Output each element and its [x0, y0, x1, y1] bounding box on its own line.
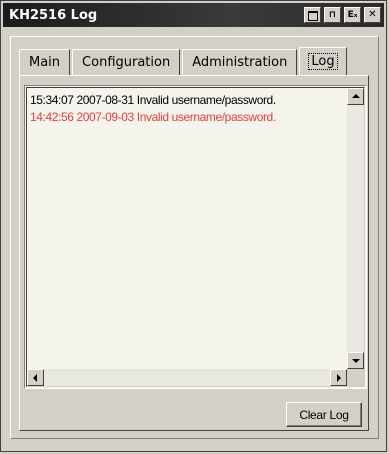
- tab-main-label: Main: [29, 55, 61, 70]
- scroll-up-button[interactable]: [347, 88, 364, 105]
- exit-icon[interactable]: Eₓ: [344, 7, 361, 23]
- main-panel: Main Configuration Administration Log 15…: [10, 36, 379, 439]
- log-entry[interactable]: 15:34:07 2007-08-31 Invalid username/pas…: [30, 92, 342, 109]
- clear-log-button[interactable]: Clear Log: [286, 402, 362, 427]
- log-lines: 15:34:07 2007-08-31 Invalid username/pas…: [30, 92, 342, 366]
- tab-configuration-label: Configuration: [82, 55, 171, 70]
- arrow-up-icon: [352, 94, 360, 98]
- close-icon[interactable]: ✕: [364, 7, 381, 23]
- log-list-inner: 15:34:07 2007-08-31 Invalid username/pas…: [26, 87, 365, 387]
- restore-icon[interactable]: [304, 7, 321, 23]
- tab-main[interactable]: Main: [19, 49, 71, 75]
- tab-log-label: Log: [308, 53, 338, 70]
- scroll-right-button[interactable]: [330, 369, 347, 386]
- pin-icon[interactable]: ⊓: [324, 7, 341, 23]
- window-title: KH2516 Log: [9, 7, 98, 23]
- horizontal-scrollbar[interactable]: [27, 369, 347, 386]
- tab-configuration[interactable]: Configuration: [72, 49, 181, 75]
- tab-administration-label: Administration: [192, 55, 288, 70]
- tab-administration[interactable]: Administration: [182, 49, 298, 75]
- scroll-left-button[interactable]: [27, 369, 44, 386]
- log-window: KH2516 Log ⊓ Eₓ ✕ Main Configuration Adm…: [0, 0, 387, 452]
- scroll-down-button[interactable]: [347, 352, 364, 369]
- scrollbar-corner: [347, 369, 364, 386]
- arrow-right-icon: [337, 374, 341, 382]
- tab-strip: Main Configuration Administration Log: [19, 47, 349, 76]
- arrow-left-icon: [33, 374, 37, 382]
- arrow-down-icon: [352, 359, 360, 363]
- title-bar[interactable]: KH2516 Log ⊓ Eₓ ✕: [3, 3, 384, 27]
- log-list[interactable]: 15:34:07 2007-08-31 Invalid username/pas…: [24, 85, 367, 389]
- log-entry[interactable]: 14:42:56 2007-09-03 Invalid username/pas…: [30, 109, 342, 126]
- tab-log[interactable]: Log: [299, 47, 347, 75]
- vertical-scrollbar[interactable]: [347, 88, 364, 369]
